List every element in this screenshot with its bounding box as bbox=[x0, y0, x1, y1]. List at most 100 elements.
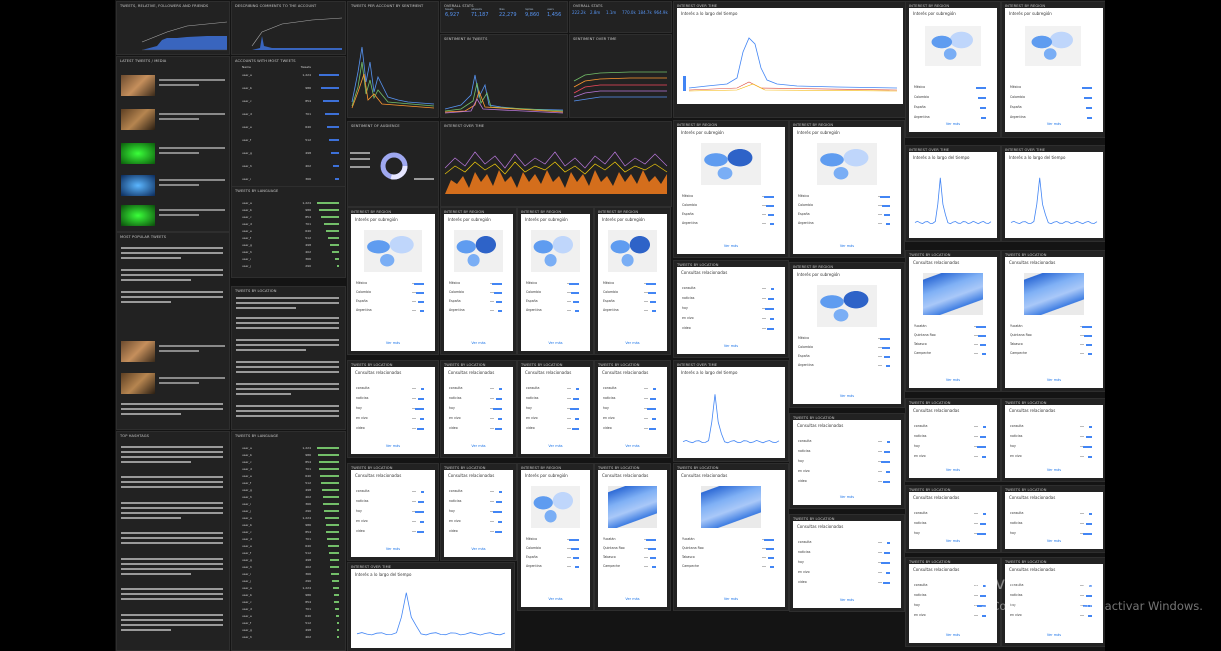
query-card[interactable]: Consultas relacionadas consulta noticias ho… bbox=[1005, 405, 1103, 478]
table-row[interactable]: user_i 366 bbox=[236, 572, 341, 576]
trend-panel[interactable]: INTEREST OVER TIME Interés a lo largo del… bbox=[1001, 145, 1105, 242]
query-row[interactable]: en vivo bbox=[449, 519, 508, 523]
trend-panel[interactable]: INTEREST OVER TIME Interés a lo largo del… bbox=[905, 145, 1001, 242]
more-link[interactable]: Ver más bbox=[444, 341, 513, 345]
query-row[interactable]: hoy bbox=[449, 509, 508, 513]
table-row[interactable]: user_e 640 bbox=[236, 544, 341, 548]
trend-card[interactable]: Interés a lo largo del tiempo bbox=[677, 367, 785, 458]
region-card[interactable]: Interés por subregión México Colombia Es… bbox=[1005, 8, 1103, 132]
query-panel[interactable]: TWEETS BY LOCATION Consultas relacionadas… bbox=[347, 463, 439, 561]
mexico-panel[interactable]: TWEETS BY LOCATION Consultas relacionadas… bbox=[594, 463, 671, 611]
more-link[interactable]: Ver más bbox=[909, 539, 997, 543]
text-panel[interactable]: MOST POPULAR TWEETS bbox=[116, 232, 230, 430]
trend-card[interactable]: Interés a lo largo del tiempo bbox=[1005, 152, 1103, 238]
table-row[interactable]: user_d 701 bbox=[236, 467, 341, 471]
language-table-panel[interactable]: TWEETS BY LANGUAGE user_a 1,224 user_b 986 u… bbox=[231, 431, 346, 651]
trend-card[interactable]: Interés a lo largo del tiempo bbox=[909, 152, 997, 238]
followers-panel[interactable]: TWEETS, RELATIVE, FOLLOWERS AND FRIENDS bbox=[116, 1, 230, 55]
query-row[interactable]: video bbox=[356, 426, 430, 430]
table-row[interactable]: user_g 498 bbox=[236, 558, 341, 562]
query-row[interactable]: en vivo bbox=[798, 570, 896, 574]
table-row[interactable]: user_i 366 bbox=[236, 257, 341, 261]
more-link[interactable]: Ver más bbox=[909, 468, 997, 472]
table-row[interactable]: user_a 1,224 bbox=[236, 586, 341, 590]
more-link[interactable]: Ver más bbox=[598, 341, 667, 345]
sentiment-account-panel[interactable]: TWEETS PER ACCOUNT BY SENTIMENT bbox=[347, 1, 439, 118]
table-row[interactable]: user_a 1,224 bbox=[236, 73, 341, 77]
query-row[interactable]: video bbox=[449, 426, 508, 430]
more-link[interactable]: Ver más bbox=[351, 547, 435, 551]
query-row[interactable]: noticias bbox=[1010, 434, 1098, 438]
table-row[interactable]: user_b 986 bbox=[236, 208, 341, 212]
table-row[interactable]: user_d 701 bbox=[236, 222, 341, 226]
query-row[interactable]: en vivo bbox=[449, 416, 508, 420]
map-panel[interactable]: INTEREST BY REGION Interés por subregión M… bbox=[517, 207, 594, 355]
map-card[interactable]: Interés por subregión México Colombia Españ… bbox=[598, 214, 667, 351]
more-link[interactable]: Ver más bbox=[677, 344, 785, 348]
trend-panel[interactable]: INTEREST OVER TIME Interés a lo largo del… bbox=[673, 360, 789, 462]
mexico-panel[interactable]: TWEETS BY LOCATION Consultas relacionadas… bbox=[905, 250, 1001, 392]
more-link[interactable]: Ver más bbox=[677, 597, 785, 601]
query-row[interactable]: consulta bbox=[914, 511, 992, 515]
more-link[interactable]: Ver más bbox=[521, 597, 590, 601]
map-panel[interactable]: INTEREST BY REGION Interés por subregión M… bbox=[789, 262, 905, 408]
stats-panel[interactable]: OVERALL STATS tweets 6,927 retweets 71,187… bbox=[440, 1, 568, 33]
query-row[interactable]: consulta bbox=[798, 439, 896, 443]
map-card[interactable]: Interés por subregión México Colombia Españ… bbox=[793, 269, 901, 404]
query-card[interactable]: Consultas relacionadas consulta noticias ho… bbox=[677, 267, 785, 354]
sentiment-time-panel[interactable]: SENTIMENT OVER TIME bbox=[569, 34, 672, 118]
trend-panel[interactable]: INTEREST OVER TIME Interés a lo largo del… bbox=[347, 562, 515, 651]
query-panel[interactable]: TWEETS BY LOCATION Consultas relacionadas… bbox=[440, 463, 517, 561]
table-row[interactable]: user_a 1,224 bbox=[236, 446, 341, 450]
query-card[interactable]: Consultas relacionadas consulta noticias ho… bbox=[444, 367, 513, 454]
query-row[interactable]: en vivo bbox=[798, 469, 896, 473]
more-link[interactable]: Ver más bbox=[598, 597, 667, 601]
query-panel[interactable]: TWEETS BY LOCATION Consultas relacionadas… bbox=[673, 260, 789, 358]
map-panel[interactable]: INTEREST BY REGION Interés por subregión M… bbox=[594, 207, 671, 355]
query-row[interactable]: consulta bbox=[1010, 511, 1098, 515]
table-row[interactable]: user_f 512 bbox=[236, 621, 341, 625]
query-row[interactable]: hoy bbox=[798, 560, 896, 564]
query-row[interactable]: video bbox=[356, 529, 430, 533]
query-row[interactable]: noticias bbox=[449, 499, 508, 503]
query-panel[interactable]: TWEETS BY LOCATION Consultas relacionadas… bbox=[1001, 485, 1105, 553]
query-row[interactable]: en vivo bbox=[1010, 454, 1098, 458]
query-row[interactable]: noticias bbox=[1010, 521, 1098, 525]
latest-tweets-panel[interactable]: LATEST TWEETS / MEDIA bbox=[116, 56, 230, 232]
more-link[interactable]: Ver más bbox=[1005, 378, 1103, 382]
map-card[interactable]: Interés por subregión México Colombia Españ… bbox=[351, 214, 435, 351]
query-row[interactable]: noticias bbox=[798, 449, 896, 453]
query-row[interactable]: video bbox=[798, 479, 896, 483]
hashtags-panel[interactable]: TWEETS BY LANGUAGE user_a 1,224 user_b 986 u… bbox=[231, 186, 346, 278]
more-link[interactable]: Ver más bbox=[793, 244, 901, 248]
query-row[interactable]: video bbox=[798, 580, 896, 584]
mexico-card[interactable]: Consultas relacionadas Yucatán Quintana Ro… bbox=[909, 257, 997, 388]
query-row[interactable]: en vivo bbox=[356, 519, 430, 523]
region-panel[interactable]: INTEREST BY REGION Interés por subregión… bbox=[905, 1, 1001, 138]
query-row[interactable]: noticias bbox=[1010, 593, 1098, 597]
map-panel[interactable]: INTEREST BY REGION Interés por subregión M… bbox=[789, 120, 905, 258]
table-row[interactable]: user_h 402 bbox=[236, 495, 341, 499]
more-link[interactable]: Ver más bbox=[351, 341, 435, 345]
stats2-panel[interactable]: OVERALL STATS 222.2k 2.8m 1.1m 770.0k 18… bbox=[569, 1, 672, 33]
query-row[interactable]: consulta bbox=[603, 386, 662, 390]
query-row[interactable]: noticias bbox=[914, 521, 992, 525]
table-row[interactable]: user_g 498 bbox=[236, 628, 341, 632]
text-panel-2[interactable]: TOP HASHTAGS bbox=[116, 431, 230, 651]
table-row[interactable]: user_g 498 bbox=[236, 243, 341, 247]
table-row[interactable]: user_a 1,224 bbox=[236, 516, 341, 520]
query-card[interactable]: Consultas relacionadas consulta noticias ho… bbox=[909, 492, 997, 549]
query-card[interactable]: Consultas relacionadas consulta noticias ho… bbox=[351, 367, 435, 454]
table-row[interactable]: user_d 701 bbox=[236, 112, 341, 116]
query-row[interactable]: noticias bbox=[682, 296, 780, 300]
query-panel[interactable]: TWEETS BY LOCATION Consultas relacionadas… bbox=[789, 413, 905, 509]
map-card[interactable]: Interés por subregión México Colombia Españ… bbox=[793, 127, 901, 254]
table-row[interactable]: user_i 366 bbox=[236, 177, 341, 181]
mexico-panel[interactable]: TWEETS BY LOCATION Consultas relacionadas… bbox=[1001, 250, 1105, 392]
popular-text-panel[interactable]: TWEETS BY LOCATION bbox=[231, 286, 346, 430]
map-card[interactable]: Interés por subregión México Colombia Españ… bbox=[521, 214, 590, 351]
query-row[interactable]: en vivo bbox=[603, 416, 662, 420]
more-link[interactable]: Ver más bbox=[1005, 468, 1103, 472]
query-row[interactable]: hoy bbox=[1010, 444, 1098, 448]
more-link[interactable]: Ver más bbox=[909, 378, 997, 382]
